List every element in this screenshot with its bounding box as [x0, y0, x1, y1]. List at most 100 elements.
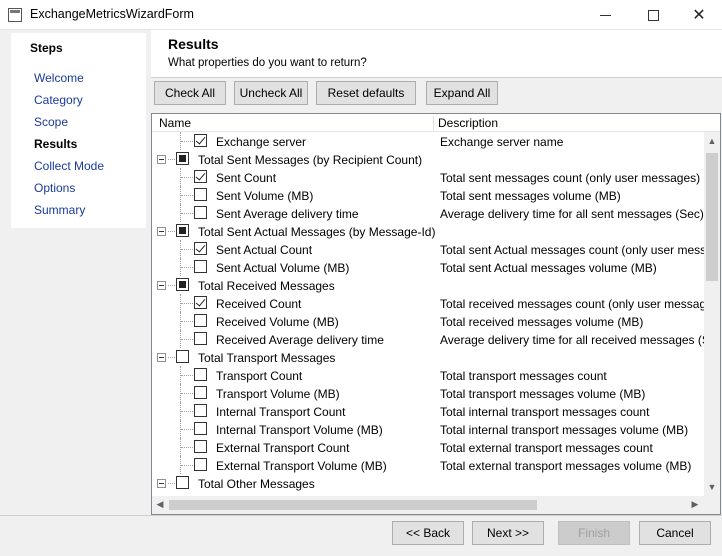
tree-item-row[interactable]: Sent Average delivery time Average delive…: [152, 204, 704, 222]
checkbox[interactable]: [176, 350, 189, 363]
expand-all-button[interactable]: Expand All: [426, 81, 498, 105]
title-bar: ExchangeMetricsWizardForm ✕: [0, 0, 722, 30]
scroll-down-icon[interactable]: ▼: [704, 482, 720, 492]
uncheck-all-button[interactable]: Uncheck All: [234, 81, 308, 105]
checkbox[interactable]: [194, 314, 207, 327]
property-description: Total internal transport messages count: [440, 405, 650, 419]
column-divider[interactable]: [433, 116, 434, 130]
vertical-scrollbar[interactable]: ▲ ▼: [704, 132, 720, 496]
tree-item-row[interactable]: Sent Volume (MB) Total sent messages volu…: [152, 186, 704, 204]
property-description: Total internal transport messages volume…: [440, 423, 689, 437]
step-options[interactable]: Options: [34, 181, 75, 195]
tree-group-row[interactable]: Total Sent Actual Messages (by Message-I…: [152, 222, 704, 240]
maximize-button[interactable]: [630, 0, 676, 30]
collapse-icon[interactable]: [157, 479, 166, 488]
checkbox[interactable]: [176, 476, 189, 489]
tree-item-row[interactable]: Sent Count Total sent messages count (onl…: [152, 168, 704, 186]
tree-item-row[interactable]: Received Count Total received messages co…: [152, 294, 720, 312]
checkbox[interactable]: [194, 458, 207, 471]
next-button[interactable]: Next >>: [472, 521, 544, 545]
step-summary[interactable]: Summary: [34, 203, 85, 217]
tree-connector: [181, 249, 193, 250]
property-name: Received Average delivery time: [216, 333, 384, 347]
checkbox[interactable]: [194, 188, 207, 201]
step-collect-mode[interactable]: Collect Mode: [34, 159, 104, 173]
tree-group-row[interactable]: Total Other Messages: [152, 474, 704, 492]
property-description: Total sent messages count (only user mes…: [440, 171, 701, 185]
property-name: Sent Average delivery time: [216, 207, 359, 221]
checkbox-checked[interactable]: [194, 170, 207, 183]
window-title: ExchangeMetricsWizardForm: [30, 7, 194, 21]
checkbox[interactable]: [194, 440, 207, 453]
tree-item-row[interactable]: Received Average delivery time Average de…: [152, 330, 720, 348]
tree-group-row[interactable]: Total Transport Messages: [152, 348, 704, 366]
finish-button: Finish: [558, 521, 630, 545]
property-name: Total Sent Actual Messages (by Message-I…: [198, 225, 436, 239]
tree-item-row[interactable]: External Transport Volume (MB) Total exte…: [152, 456, 704, 474]
horizontal-scroll-thumb[interactable]: [169, 500, 537, 510]
checkbox-checked[interactable]: [194, 296, 207, 309]
tree-item-row[interactable]: Received Volume (MB) Total received messa…: [152, 312, 704, 330]
property-description: Exchange server name: [440, 135, 564, 149]
property-description: Total external transport messages volume…: [440, 459, 692, 473]
tree-connector: [168, 285, 175, 286]
property-description: Total transport messages volume (MB): [440, 387, 646, 401]
checkbox-partial[interactable]: [176, 152, 189, 165]
collapse-icon[interactable]: [157, 281, 166, 290]
cancel-button[interactable]: Cancel: [639, 521, 711, 545]
column-description[interactable]: Description: [438, 116, 498, 130]
scroll-up-icon[interactable]: ▲: [704, 136, 720, 146]
tree-connector: [181, 195, 193, 196]
property-name: Total Other Messages: [198, 477, 315, 491]
tree-item-row[interactable]: Transport Volume (MB) Total transport mes…: [152, 384, 704, 402]
checkbox[interactable]: [194, 368, 207, 381]
property-name: Total Sent Messages (by Recipient Count): [198, 153, 423, 167]
collapse-icon[interactable]: [157, 227, 166, 236]
checkbox[interactable]: [194, 260, 207, 273]
collapse-icon[interactable]: [157, 353, 166, 362]
checkbox[interactable]: [194, 404, 207, 417]
tree-connector: [168, 483, 175, 484]
checkbox[interactable]: [194, 386, 207, 399]
horizontal-scrollbar[interactable]: ◀ ▶: [152, 496, 704, 514]
tree-group-row[interactable]: Total Received Messages: [152, 276, 704, 294]
check-all-button[interactable]: Check All: [154, 81, 226, 105]
app-icon: [8, 8, 22, 22]
tree-item-row[interactable]: External Transport Count Total external t…: [152, 438, 704, 456]
property-name: Sent Actual Count: [216, 243, 313, 257]
tree-connector: [181, 177, 193, 178]
column-name[interactable]: Name: [159, 116, 191, 130]
reset-defaults-button[interactable]: Reset defaults: [316, 81, 416, 105]
step-scope[interactable]: Scope: [34, 115, 68, 129]
column-header: Name Description: [152, 114, 720, 132]
scroll-left-icon[interactable]: ◀: [152, 499, 168, 510]
checkbox-checked[interactable]: [194, 134, 207, 147]
tree-group-row[interactable]: Total Sent Messages (by Recipient Count): [152, 150, 704, 168]
tree-item-row[interactable]: Transport Count Total transport messages …: [152, 366, 704, 384]
property-description: Total external transport messages count: [440, 441, 653, 455]
minimize-button[interactable]: [582, 0, 628, 30]
tree-item-row[interactable]: Exchange server Exchange server name: [152, 132, 704, 150]
scrollbar-corner: [704, 496, 720, 514]
tree-item-row[interactable]: Internal Transport Volume (MB) Total inte…: [152, 420, 704, 438]
property-name: Sent Actual Volume (MB): [216, 261, 350, 275]
tree-item-row[interactable]: Sent Actual Volume (MB) Total sent Actual…: [152, 258, 704, 276]
tree-connector: [181, 339, 193, 340]
tree-item-row[interactable]: Internal Transport Count Total internal t…: [152, 402, 704, 420]
properties-tree[interactable]: Name Description Exchange server Exchange…: [151, 113, 721, 515]
tree-connector: [181, 303, 193, 304]
tree-item-row[interactable]: Sent Actual Count Total sent Actual messa…: [152, 240, 720, 258]
back-button[interactable]: << Back: [392, 521, 464, 545]
step-welcome[interactable]: Welcome: [34, 71, 84, 85]
vertical-scroll-thumb[interactable]: [706, 153, 718, 281]
step-category[interactable]: Category: [34, 93, 83, 107]
collapse-icon[interactable]: [157, 155, 166, 164]
checkbox-partial[interactable]: [176, 278, 189, 291]
checkbox-checked[interactable]: [194, 242, 207, 255]
checkbox[interactable]: [194, 332, 207, 345]
close-button[interactable]: ✕: [676, 0, 722, 30]
checkbox[interactable]: [194, 422, 207, 435]
scroll-right-icon[interactable]: ▶: [687, 499, 703, 510]
checkbox-partial[interactable]: [176, 224, 189, 237]
checkbox[interactable]: [194, 206, 207, 219]
